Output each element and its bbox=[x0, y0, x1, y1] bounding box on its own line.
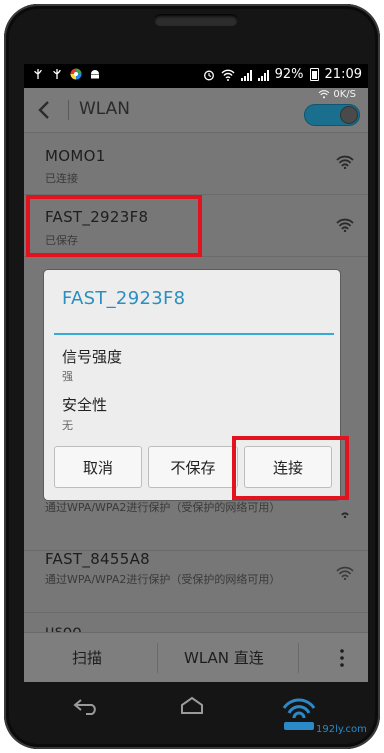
network-description: 通过WPA/WPA2进行保护（受保护的网络可用） bbox=[45, 573, 281, 586]
signal-strength-label: 信号强度 bbox=[62, 348, 123, 366]
notification-icons bbox=[32, 68, 101, 80]
network-name: FAST_8455A8 bbox=[45, 550, 150, 568]
dialog-title-divider bbox=[54, 333, 334, 335]
back-key-icon[interactable] bbox=[72, 696, 100, 716]
battery-icon bbox=[309, 68, 319, 81]
watermark-text: 192ly.com bbox=[316, 724, 367, 735]
divider bbox=[298, 643, 299, 673]
alarm-icon bbox=[203, 70, 214, 80]
highlight-box-network bbox=[26, 195, 202, 257]
watermark-logo: 192ly.com bbox=[276, 690, 380, 738]
dialog-title: FAST_2923F8 bbox=[62, 288, 186, 309]
no-save-button[interactable]: 不保存 bbox=[148, 446, 238, 488]
status-bar: 92% 21:09 bbox=[24, 64, 368, 88]
battery-percent: 92% bbox=[274, 67, 304, 82]
back-arrow-icon[interactable] bbox=[36, 100, 54, 120]
usb-icon bbox=[34, 69, 42, 79]
android-icon bbox=[91, 70, 99, 79]
highlight-box-connect bbox=[232, 436, 349, 500]
network-description: 通过WPA/WPA2进行保护（受保护的网络可用） bbox=[45, 501, 281, 514]
wifi-locked-icon bbox=[341, 512, 349, 518]
wifi-router-icon bbox=[282, 698, 316, 730]
color-app-icon bbox=[70, 68, 82, 80]
network-status: 已连接 bbox=[45, 172, 78, 185]
scan-button[interactable]: 扫描 bbox=[72, 647, 102, 668]
toggle-knob bbox=[340, 106, 358, 124]
page-title: WLAN bbox=[79, 99, 131, 119]
signal-strength-value: 强 bbox=[62, 370, 73, 383]
wifi-icon bbox=[221, 69, 235, 81]
earpiece bbox=[154, 14, 238, 26]
wifi-icon bbox=[319, 90, 330, 99]
divider bbox=[68, 100, 69, 120]
phone-frame: 92% 21:09 WLAN 0K/S MOMO1 已连接 FAST_2923F… bbox=[4, 4, 380, 749]
security-value: 无 bbox=[62, 419, 73, 432]
security-label: 安全性 bbox=[62, 396, 108, 414]
cancel-button[interactable]: 取消 bbox=[54, 446, 142, 488]
screen: 92% 21:09 WLAN 0K/S MOMO1 已连接 FAST_2923F… bbox=[24, 64, 368, 682]
status-right: 92% 21:09 bbox=[203, 67, 362, 82]
network-item-momo1[interactable]: MOMO1 已连接 bbox=[24, 133, 368, 195]
network-name: usoo bbox=[45, 622, 82, 632]
signal-icon bbox=[257, 69, 269, 81]
speed-text: 0K/S bbox=[333, 89, 356, 100]
wlan-direct-button[interactable]: WLAN 直连 bbox=[184, 647, 264, 668]
signal-icon bbox=[240, 69, 252, 81]
bottom-action-bar: 扫描 WLAN 直连 bbox=[24, 632, 368, 682]
network-item-hidden[interactable]: 通过WPA/WPA2进行保护（受保护的网络可用） bbox=[24, 500, 368, 551]
wlan-toggle[interactable] bbox=[304, 104, 360, 126]
wifi-icon bbox=[336, 218, 354, 232]
network-name: MOMO1 bbox=[45, 147, 106, 165]
network-item-fast-8455a8[interactable]: FAST_8455A8 通过WPA/WPA2进行保护（受保护的网络可用） bbox=[24, 550, 368, 613]
action-bar: WLAN 0K/S bbox=[24, 88, 368, 133]
network-speed: 0K/S bbox=[318, 89, 356, 100]
usb-icon bbox=[53, 69, 61, 79]
clock: 21:09 bbox=[324, 67, 362, 82]
home-key-icon[interactable] bbox=[178, 696, 206, 716]
network-item-usoo[interactable]: usoo bbox=[24, 614, 368, 632]
wifi-locked-icon bbox=[336, 155, 354, 169]
wifi-locked-icon bbox=[336, 566, 354, 580]
overflow-menu-icon[interactable] bbox=[340, 648, 344, 668]
divider bbox=[157, 643, 158, 673]
